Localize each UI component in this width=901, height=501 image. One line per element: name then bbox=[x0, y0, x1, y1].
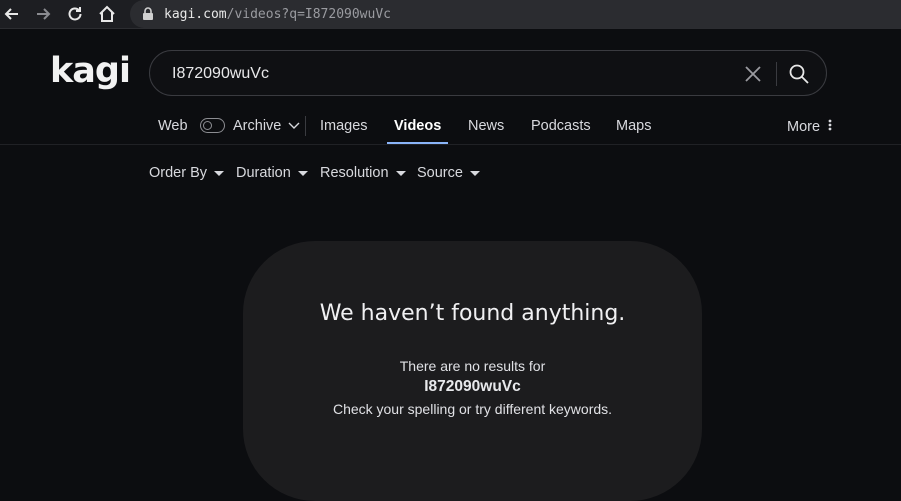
tab-news[interactable]: News bbox=[468, 118, 504, 134]
tab-archive[interactable]: Archive bbox=[233, 118, 300, 134]
filter-duration[interactable]: Duration bbox=[236, 165, 308, 181]
archive-toggle[interactable] bbox=[200, 118, 225, 133]
filter-bar: Order By Duration Resolution Source bbox=[0, 162, 901, 184]
caret-down-icon bbox=[469, 170, 480, 176]
caret-down-icon bbox=[395, 170, 406, 176]
filter-resolution[interactable]: Resolution bbox=[320, 165, 406, 181]
search-input[interactable] bbox=[170, 61, 734, 87]
tab-videos[interactable]: Videos bbox=[394, 118, 441, 134]
caret-down-icon bbox=[214, 170, 225, 176]
no-results-card: We haven’t found anything. There are no … bbox=[243, 241, 702, 501]
kagi-logo[interactable]: kagi bbox=[50, 51, 131, 91]
tab-podcasts[interactable]: Podcasts bbox=[531, 118, 591, 134]
browser-toolbar: kagi.com/videos?q=I872090wuVc bbox=[0, 0, 901, 29]
no-results-query: I872090wuVc bbox=[424, 378, 521, 395]
more-vertical-icon bbox=[828, 119, 832, 131]
no-results-title: We haven’t found anything. bbox=[319, 301, 626, 326]
caret-down-icon bbox=[297, 170, 308, 176]
no-results-hint: Check your spelling or try different key… bbox=[332, 401, 613, 417]
tab-web[interactable]: Web bbox=[158, 118, 188, 134]
forward-arrow-icon[interactable] bbox=[31, 2, 55, 26]
header-divider bbox=[0, 144, 901, 145]
search-divider bbox=[776, 62, 777, 86]
search-tabs: Web Archive Images Videos News Podcasts … bbox=[0, 108, 901, 144]
address-bar[interactable]: kagi.com/videos?q=I872090wuVc bbox=[130, 0, 901, 28]
chevron-down-icon bbox=[288, 122, 300, 129]
filter-order-by[interactable]: Order By bbox=[149, 165, 225, 181]
tab-maps[interactable]: Maps bbox=[616, 118, 651, 134]
tab-more[interactable]: More bbox=[787, 118, 833, 135]
no-results-text: There are no results for bbox=[399, 358, 546, 374]
url-text: kagi.com/videos?q=I872090wuVc bbox=[164, 6, 391, 22]
tab-divider bbox=[305, 116, 306, 136]
search-icon[interactable] bbox=[788, 63, 810, 85]
search-box bbox=[149, 50, 827, 96]
filter-source[interactable]: Source bbox=[417, 165, 480, 181]
lock-icon bbox=[142, 7, 156, 21]
reload-icon[interactable] bbox=[63, 2, 87, 26]
tab-images[interactable]: Images bbox=[320, 118, 368, 134]
home-icon[interactable] bbox=[95, 2, 119, 26]
back-arrow-icon[interactable] bbox=[0, 2, 24, 26]
clear-search-icon[interactable] bbox=[744, 65, 762, 83]
